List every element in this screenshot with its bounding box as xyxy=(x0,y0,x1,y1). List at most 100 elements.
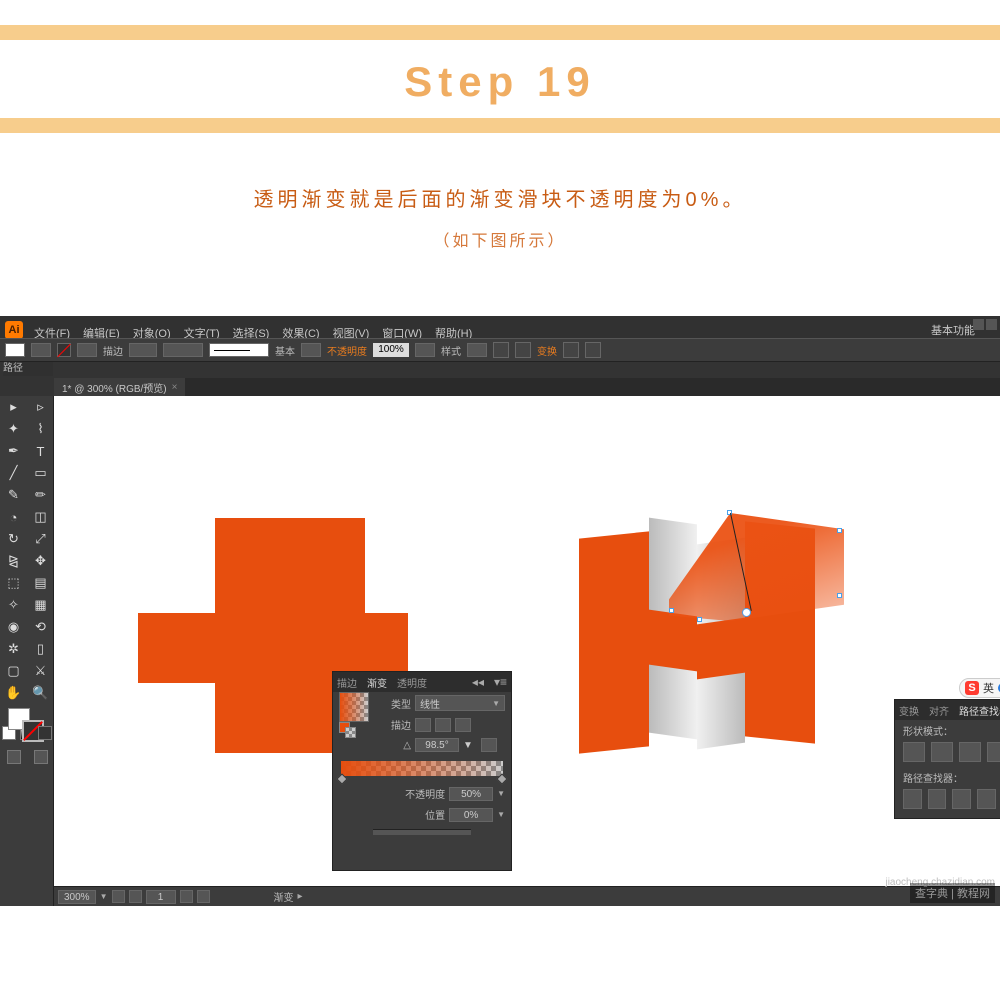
brush-dropdown[interactable] xyxy=(301,343,321,357)
pencil-tool-icon[interactable]: ✏ xyxy=(27,484,54,506)
prev-artboard-icon[interactable] xyxy=(129,890,142,903)
paintbrush-tool-icon[interactable]: ✎ xyxy=(0,484,27,506)
blend-tool-icon[interactable]: ⟲ xyxy=(27,616,54,638)
magic-wand-tool-icon[interactable]: ✦ xyxy=(0,418,27,440)
artwork-3d-h[interactable] xyxy=(579,513,859,773)
shape-builder-tool-icon[interactable]: ⬚ xyxy=(0,572,27,594)
minus-front-icon[interactable] xyxy=(931,742,953,762)
symbol-sprayer-tool-icon[interactable]: ✲ xyxy=(0,638,27,660)
slice-tool-icon[interactable]: ⚔ xyxy=(27,660,54,682)
free-transform-tool-icon[interactable]: ✥ xyxy=(27,550,54,572)
eraser-tool-icon[interactable]: ◫ xyxy=(27,506,54,528)
stroke-profile-dropdown[interactable] xyxy=(163,343,203,357)
zoom-field[interactable]: 300% xyxy=(58,890,96,904)
type-dropdown[interactable]: 线性 ▼ xyxy=(415,695,505,711)
lasso-tool-icon[interactable]: ⌇ xyxy=(27,418,54,440)
tab-gradient[interactable]: 渐变 xyxy=(367,675,387,690)
full-screen-icon[interactable] xyxy=(34,750,48,764)
crop-icon[interactable] xyxy=(977,789,996,809)
divide-icon[interactable] xyxy=(903,789,922,809)
anchor-point[interactable] xyxy=(837,528,842,533)
blob-brush-tool-icon[interactable]: ◔ xyxy=(0,506,27,528)
mesh-tool-icon[interactable]: ✧ xyxy=(0,594,27,616)
tab-transparency[interactable]: 透明度 xyxy=(397,675,427,690)
selection-tool-icon[interactable]: ▸ xyxy=(0,396,27,418)
panel-resize-grip[interactable] xyxy=(373,829,471,835)
merge-icon[interactable] xyxy=(952,789,971,809)
status-dropdown-icon[interactable]: ▸ xyxy=(298,891,303,902)
stroke-align-within-icon[interactable] xyxy=(415,718,431,732)
close-tab-icon[interactable]: × xyxy=(172,382,178,393)
style-dropdown[interactable] xyxy=(467,343,487,357)
angle-dropdown-icon[interactable]: ▼ xyxy=(463,740,473,751)
normal-screen-icon[interactable] xyxy=(7,750,21,764)
trim-icon[interactable] xyxy=(928,789,947,809)
canvas[interactable]: 描边 渐变 透明度 ◂◂ ▾≡ 类型 xyxy=(54,396,1000,886)
column-graph-tool-icon[interactable]: ▯ xyxy=(27,638,54,660)
tab-stroke[interactable]: 描边 xyxy=(337,675,357,690)
tab-pathfinder[interactable]: 路径查找器 xyxy=(959,703,1000,718)
fill-dropdown[interactable] xyxy=(31,343,51,357)
fill-swatch[interactable] xyxy=(5,343,25,357)
gradient-ramp[interactable] xyxy=(341,761,503,776)
last-artboard-icon[interactable] xyxy=(197,890,210,903)
exclude-icon[interactable] xyxy=(987,742,1000,762)
brush-preview[interactable] xyxy=(209,343,269,357)
panel-collapse-icon[interactable]: ◂◂ xyxy=(472,675,484,689)
next-artboard-icon[interactable] xyxy=(180,890,193,903)
line-tool-icon[interactable]: ╱ xyxy=(0,462,27,484)
opacity-dropdown[interactable] xyxy=(415,343,435,357)
angle-field[interactable]: 98.5° xyxy=(415,738,459,752)
opacity-label[interactable]: 不透明度 xyxy=(327,343,367,358)
artboard-number-field[interactable]: 1 xyxy=(146,890,176,904)
anchor-point[interactable] xyxy=(697,617,702,622)
panel-menu-icon[interactable]: ▾≡ xyxy=(494,675,507,689)
document-tab[interactable]: 1* @ 300% (RGB/预览) × xyxy=(54,378,185,397)
chevron-down-icon[interactable]: ▼ xyxy=(497,810,505,819)
gradient-tool-icon[interactable]: ▦ xyxy=(27,594,54,616)
zoom-tool-icon[interactable]: 🔍 xyxy=(27,682,54,704)
ime-lang[interactable]: 英 xyxy=(983,680,994,696)
fill-stroke-mini[interactable] xyxy=(339,722,355,736)
eyedropper-tool-icon[interactable]: ◉ xyxy=(0,616,27,638)
width-tool-icon[interactable]: ⧎ xyxy=(0,550,27,572)
none-mode-icon[interactable] xyxy=(38,726,52,740)
tab-align[interactable]: 对齐 xyxy=(929,703,949,718)
tab-transform[interactable]: 变换 xyxy=(899,703,919,718)
recolor-icon[interactable] xyxy=(493,342,509,358)
unite-icon[interactable] xyxy=(903,742,925,762)
rotate-tool-icon[interactable]: ↻ xyxy=(0,528,27,550)
minimize-button[interactable] xyxy=(973,319,984,330)
opacity-field[interactable]: 100% xyxy=(373,343,409,357)
stroke-dropdown[interactable] xyxy=(77,343,97,357)
stop-opacity-field[interactable]: 50% xyxy=(449,787,493,801)
type-tool-icon[interactable]: T xyxy=(27,440,54,462)
transform-label[interactable]: 变换 xyxy=(537,343,557,358)
intersect-icon[interactable] xyxy=(959,742,981,762)
rectangle-tool-icon[interactable]: ▭ xyxy=(27,462,54,484)
isolate-icon[interactable] xyxy=(563,342,579,358)
pen-tool-icon[interactable]: ✒ xyxy=(0,440,27,462)
scale-tool-icon[interactable]: ⤢ xyxy=(27,528,54,550)
anchor-point[interactable] xyxy=(837,593,842,598)
pathfinder-panel[interactable]: 变换 对齐 路径查找器 形状模式： 扩 路径查找器： xyxy=(894,699,1000,819)
stroke-align-along-icon[interactable] xyxy=(435,718,451,732)
stroke-swatch-none[interactable] xyxy=(57,343,71,357)
workspace-switcher[interactable]: 基本功能 xyxy=(931,322,975,338)
anchor-point[interactable] xyxy=(669,608,674,613)
gradient-thumbnail[interactable] xyxy=(339,692,369,722)
perspective-tool-icon[interactable]: ▤ xyxy=(27,572,54,594)
direct-selection-tool-icon[interactable]: ▹ xyxy=(27,396,54,418)
chevron-down-icon[interactable]: ▼ xyxy=(497,789,505,798)
zoom-dropdown-icon[interactable]: ▼ xyxy=(100,892,108,901)
sogou-ime-bar[interactable]: S 英 ， ◧ xyxy=(959,678,1000,698)
close-button[interactable] xyxy=(986,319,997,330)
gradient-panel[interactable]: 描边 渐变 透明度 ◂◂ ▾≡ 类型 xyxy=(332,671,512,871)
stroke-weight-field[interactable] xyxy=(129,343,157,357)
first-artboard-icon[interactable] xyxy=(112,890,125,903)
extra-icon[interactable] xyxy=(585,342,601,358)
hand-tool-icon[interactable]: ✋ xyxy=(0,682,27,704)
artboard-tool-icon[interactable]: ▢ xyxy=(0,660,27,682)
stroke-align-across-icon[interactable] xyxy=(455,718,471,732)
stop-position-field[interactable]: 0% xyxy=(449,808,493,822)
